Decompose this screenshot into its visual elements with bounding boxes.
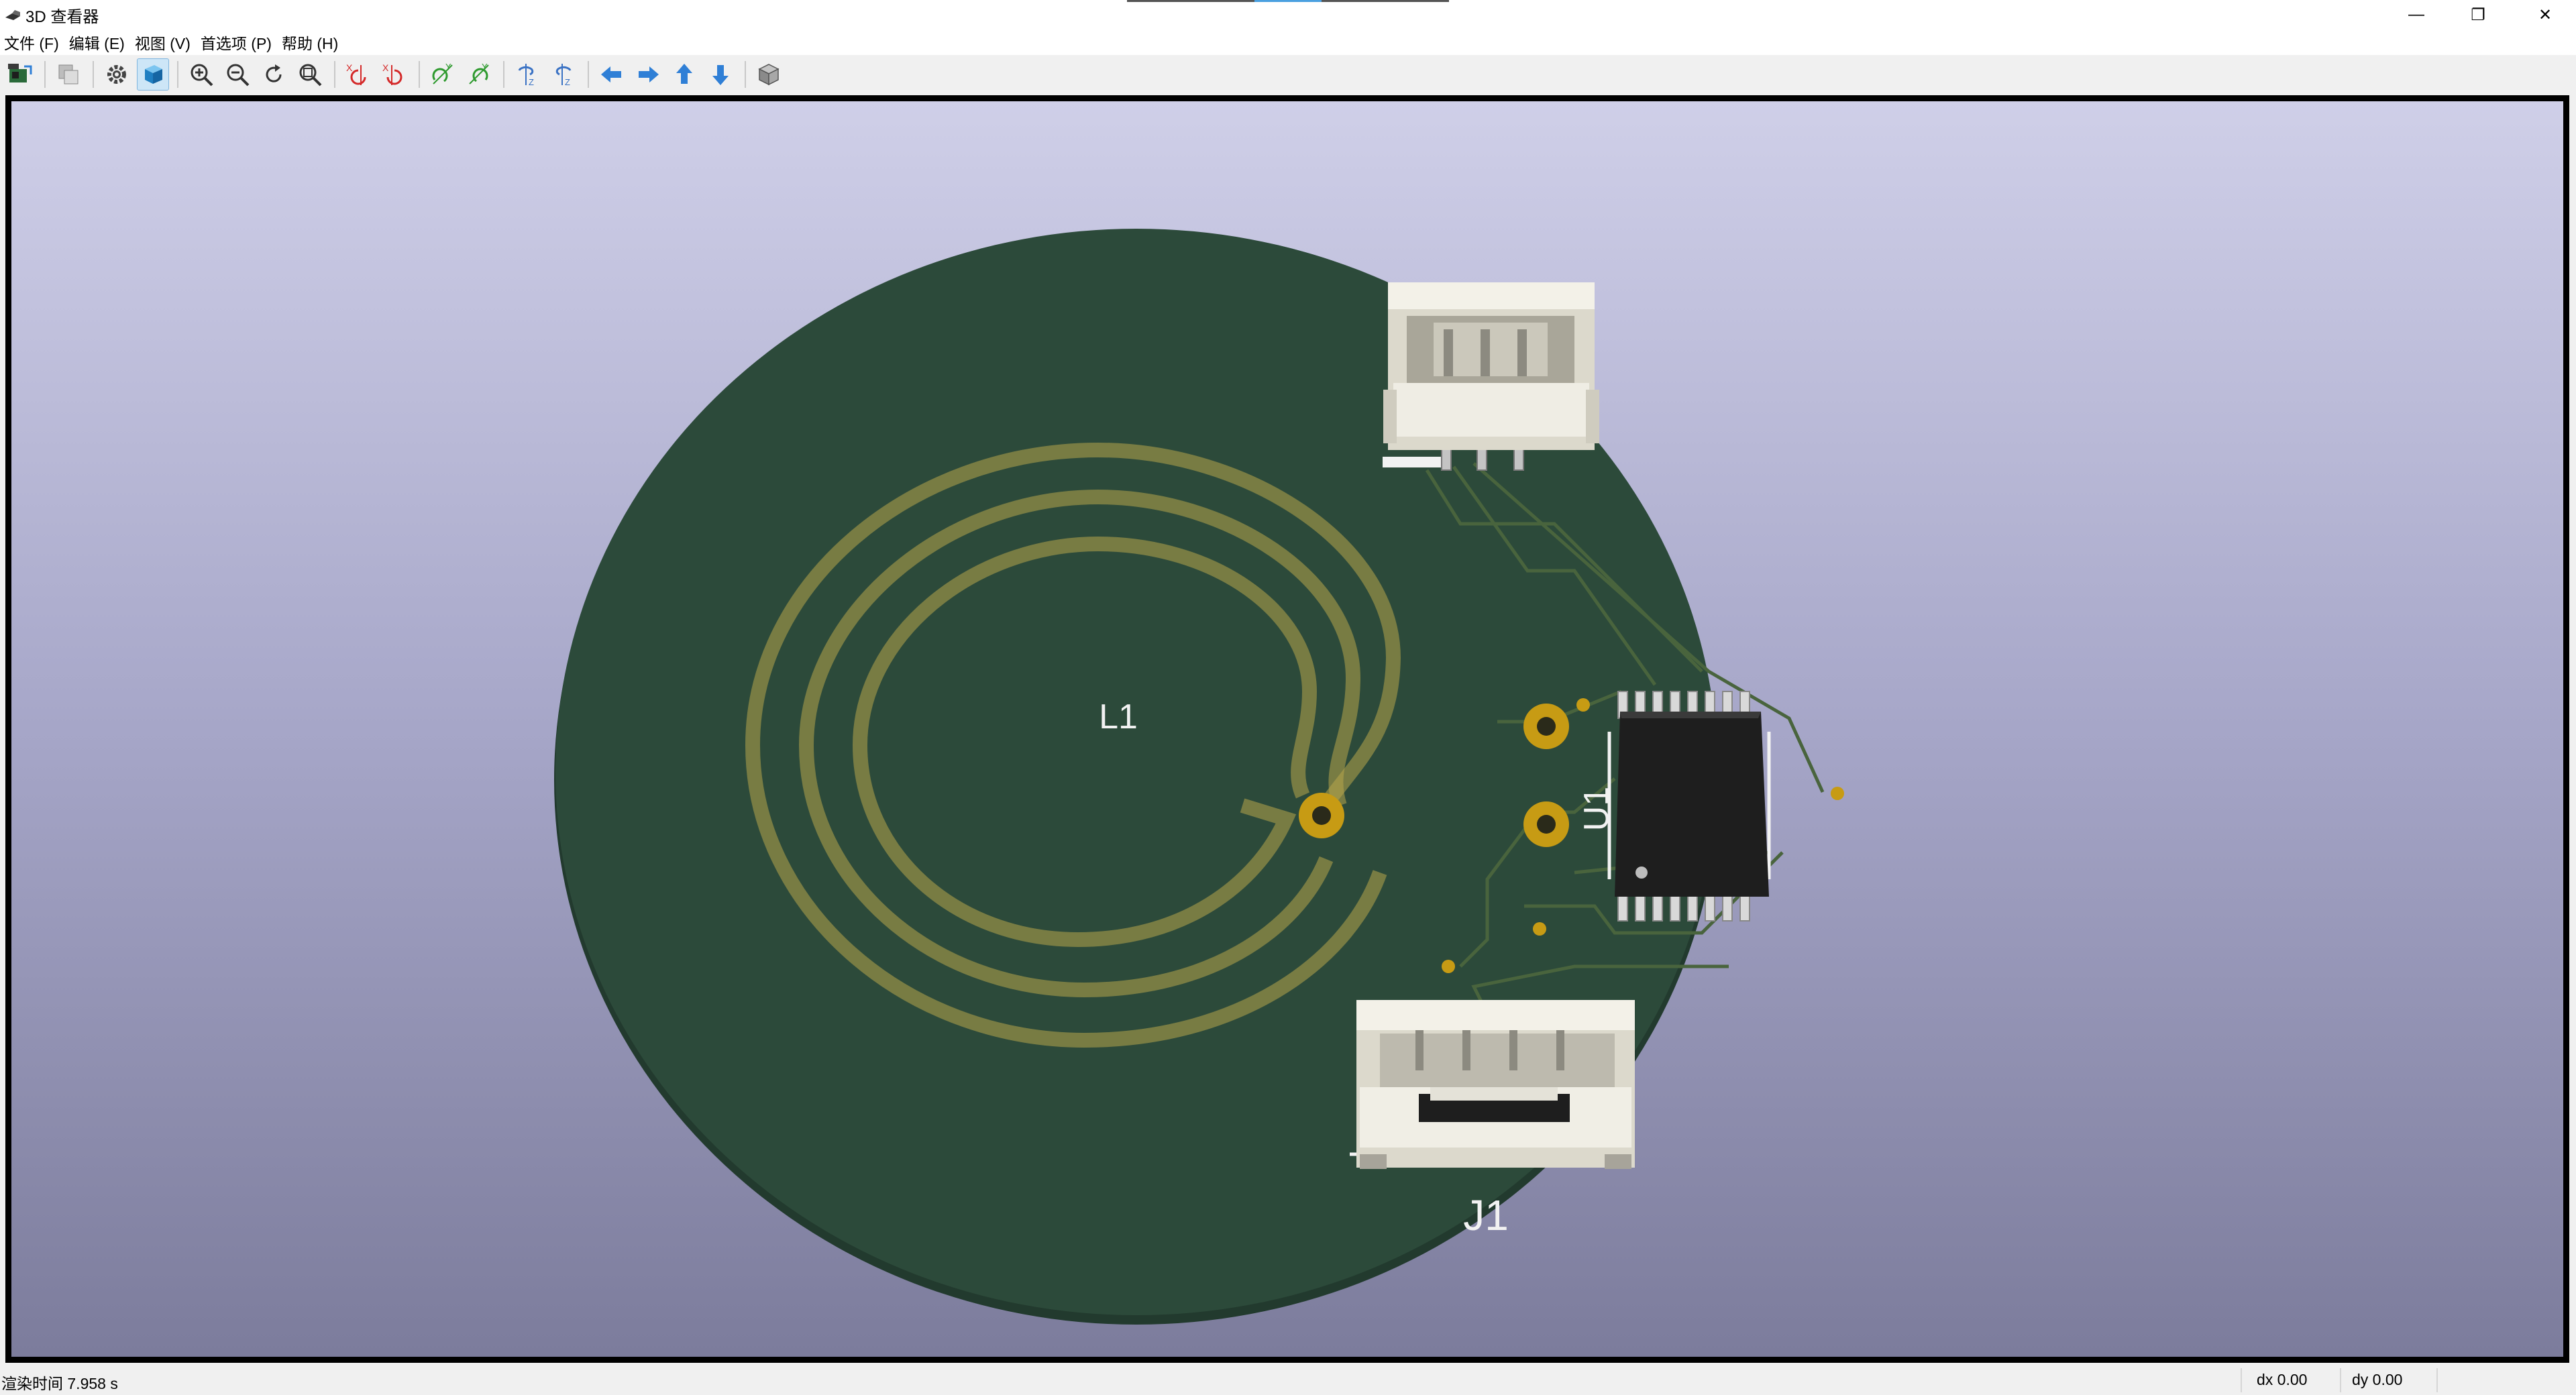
rotate-z-ccw-button[interactable]: Z bbox=[547, 58, 580, 91]
arrow-left-icon bbox=[601, 66, 621, 82]
title-accent-line bbox=[1127, 0, 1449, 2]
rotate-y-ccw-button[interactable]: Y bbox=[463, 58, 495, 91]
rotate-z-cw-button[interactable]: Z bbox=[511, 58, 543, 91]
toolbar-separator bbox=[419, 61, 420, 88]
inductor-label: L1 bbox=[1099, 698, 1138, 736]
menu-file[interactable]: 文件 (F) bbox=[0, 31, 65, 54]
status-separator bbox=[2241, 1368, 2242, 1392]
zoom-fit-button[interactable] bbox=[294, 58, 326, 91]
menu-view[interactable]: 视图 (V) bbox=[131, 31, 197, 54]
render-time-text: 渲染时间 7.958 s bbox=[1, 1375, 118, 1392]
3d-viewport[interactable]: L1 U1 J1 bbox=[5, 95, 2569, 1363]
arrow-up-icon bbox=[676, 64, 692, 84]
cube-icon bbox=[758, 64, 780, 86]
connector-j1 bbox=[1350, 1000, 1635, 1169]
pan-left-button[interactable] bbox=[596, 58, 628, 91]
menu-help[interactable]: 帮助 (H) bbox=[278, 31, 344, 54]
rotate-y-cw-button[interactable]: Y bbox=[427, 58, 459, 91]
redraw-icon bbox=[266, 64, 282, 82]
app-3d-icon bbox=[4, 6, 21, 23]
rotate-x-ccw-button[interactable]: X bbox=[378, 58, 411, 91]
zoom-out-button[interactable] bbox=[221, 58, 254, 91]
title-bar: 3D 查看器 — ❐ ✕ bbox=[0, 0, 2576, 30]
status-separator bbox=[2340, 1368, 2341, 1392]
dx-readout: dx 0.00 bbox=[2257, 1371, 2308, 1388]
rotate-z-ccw-icon: Z bbox=[555, 64, 572, 87]
raytrace-cube-icon bbox=[145, 65, 162, 84]
toolbar-separator bbox=[44, 61, 46, 88]
pan-up-button[interactable] bbox=[668, 58, 700, 91]
arrow-down-icon bbox=[712, 65, 729, 85]
gear-icon bbox=[107, 65, 126, 84]
svg-text:Z: Z bbox=[565, 77, 570, 87]
raytrace-render-button[interactable] bbox=[137, 58, 169, 91]
viewport-frame: L1 U1 J1 bbox=[0, 94, 2576, 1365]
toolbar-separator bbox=[588, 61, 589, 88]
reload-board-icon bbox=[8, 64, 32, 82]
svg-text:Z: Z bbox=[529, 77, 534, 87]
rotate-z-cw-icon: Z bbox=[518, 64, 534, 87]
dy-readout: dy 0.00 bbox=[2352, 1371, 2403, 1388]
minimize-button[interactable]: — bbox=[2385, 0, 2447, 30]
pan-down-button[interactable] bbox=[704, 58, 737, 91]
rotate-x-cw-button[interactable]: X bbox=[342, 58, 374, 91]
connector-label: J1 bbox=[1463, 1191, 1509, 1239]
status-bar: 渲染时间 7.958 s dx 0.00 dy 0.00 bbox=[0, 1365, 2576, 1395]
window-title: 3D 查看器 bbox=[25, 7, 99, 26]
svg-text:X: X bbox=[346, 62, 353, 73]
rotate-y-cw-icon: Y bbox=[432, 62, 453, 85]
toolbar-separator bbox=[334, 61, 335, 88]
copy-image-button[interactable] bbox=[52, 58, 85, 91]
rotate-y-ccw-icon: Y bbox=[469, 62, 489, 85]
pcb-scene: L1 U1 J1 bbox=[554, 229, 1844, 1325]
rotate-x-cw-icon: X bbox=[346, 62, 366, 85]
pan-right-button[interactable] bbox=[632, 58, 664, 91]
arrow-right-icon bbox=[639, 66, 659, 82]
render-options-button[interactable] bbox=[101, 58, 133, 91]
toolbar: X X Y Y Z Z bbox=[0, 55, 2576, 94]
rotate-x-ccw-icon: X bbox=[382, 62, 402, 85]
toolbar-separator bbox=[745, 61, 746, 88]
zoom-fit-icon bbox=[299, 64, 322, 87]
toolbar-separator bbox=[93, 61, 94, 88]
toolbar-separator bbox=[503, 61, 504, 88]
redraw-button[interactable] bbox=[258, 58, 290, 91]
zoom-in-icon bbox=[191, 64, 213, 87]
connector-top bbox=[1383, 282, 1599, 471]
ic-u1 bbox=[1607, 691, 1771, 922]
toolbar-separator bbox=[177, 61, 178, 88]
menu-edit[interactable]: 编辑 (E) bbox=[65, 31, 131, 54]
status-separator bbox=[2436, 1368, 2438, 1392]
svg-text:X: X bbox=[382, 62, 389, 73]
copy-image-icon bbox=[58, 64, 78, 85]
close-button[interactable]: ✕ bbox=[2514, 0, 2576, 30]
menu-bar: 文件 (F) 编辑 (E) 视图 (V) 首选项 (P) 帮助 (H) bbox=[0, 30, 2576, 55]
orthographic-toggle-button[interactable] bbox=[753, 58, 785, 91]
reload-board-button[interactable] bbox=[4, 58, 36, 91]
menu-preferences[interactable]: 首选项 (P) bbox=[197, 31, 278, 54]
zoom-out-icon bbox=[227, 64, 250, 87]
zoom-in-button[interactable] bbox=[185, 58, 217, 91]
restore-button[interactable]: ❐ bbox=[2447, 0, 2509, 30]
